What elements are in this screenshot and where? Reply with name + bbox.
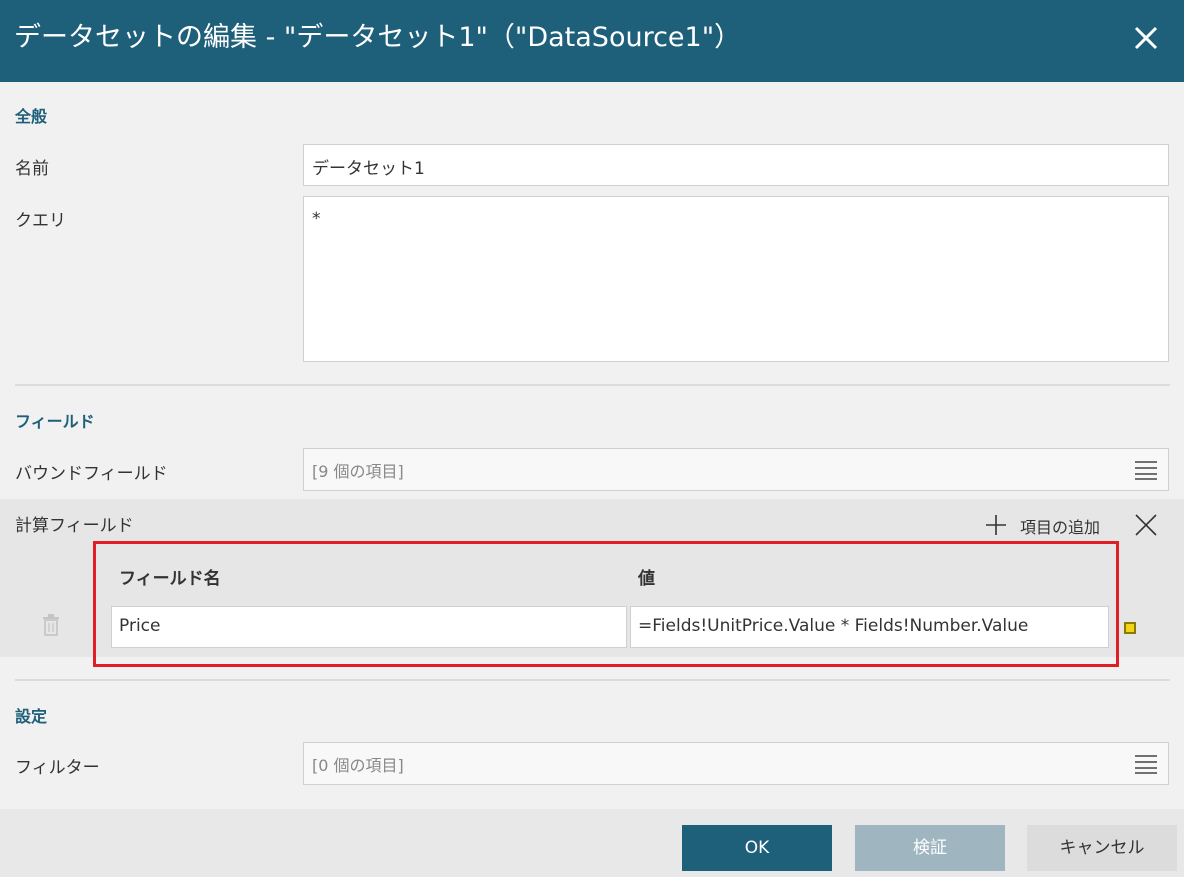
- bound-fields-label: バウンドフィールド: [15, 464, 168, 484]
- trash-icon[interactable]: [42, 614, 60, 636]
- collection-menu-icon[interactable]: [1134, 754, 1158, 774]
- section-title-fields: フィールド: [15, 412, 95, 431]
- collection-menu-icon[interactable]: [1134, 460, 1158, 480]
- name-input[interactable]: データセット1: [303, 144, 1169, 186]
- close-icon[interactable]: [1132, 24, 1160, 52]
- query-textarea[interactable]: *: [303, 196, 1169, 362]
- section-divider: [15, 384, 1170, 386]
- expression-indicator-icon[interactable]: [1124, 622, 1136, 634]
- bound-fields-collection[interactable]: [9 個の項目]: [303, 448, 1169, 491]
- section-divider: [15, 679, 1170, 681]
- section-title-general: 全般: [15, 107, 48, 126]
- filter-label: フィルター: [15, 758, 100, 778]
- section-title-settings: 設定: [15, 707, 48, 726]
- filter-collection[interactable]: [0 個の項目]: [303, 742, 1169, 785]
- add-item-label: 項目の追加: [1020, 518, 1101, 537]
- dialog-title: データセットの編集 - "データセット1"（"DataSource1"）: [14, 22, 742, 53]
- name-label: 名前: [15, 159, 49, 179]
- calculated-fields-label: 計算フィールド: [15, 516, 134, 536]
- bound-fields-summary: [9 個の項目]: [312, 462, 404, 481]
- plus-icon: [986, 515, 1006, 535]
- filter-summary: [0 個の項目]: [312, 756, 404, 775]
- cancel-button[interactable]: キャンセル: [1027, 825, 1177, 871]
- dialog-footer: [0, 809, 1184, 877]
- query-label: クエリ: [15, 211, 66, 231]
- remove-all-icon[interactable]: [1135, 514, 1157, 536]
- ok-button[interactable]: OK: [682, 825, 832, 871]
- dialog-titlebar: データセットの編集 - "データセット1"（"DataSource1"）: [0, 0, 1184, 82]
- highlight-frame: [93, 541, 1119, 667]
- validate-button[interactable]: 検証: [855, 825, 1005, 871]
